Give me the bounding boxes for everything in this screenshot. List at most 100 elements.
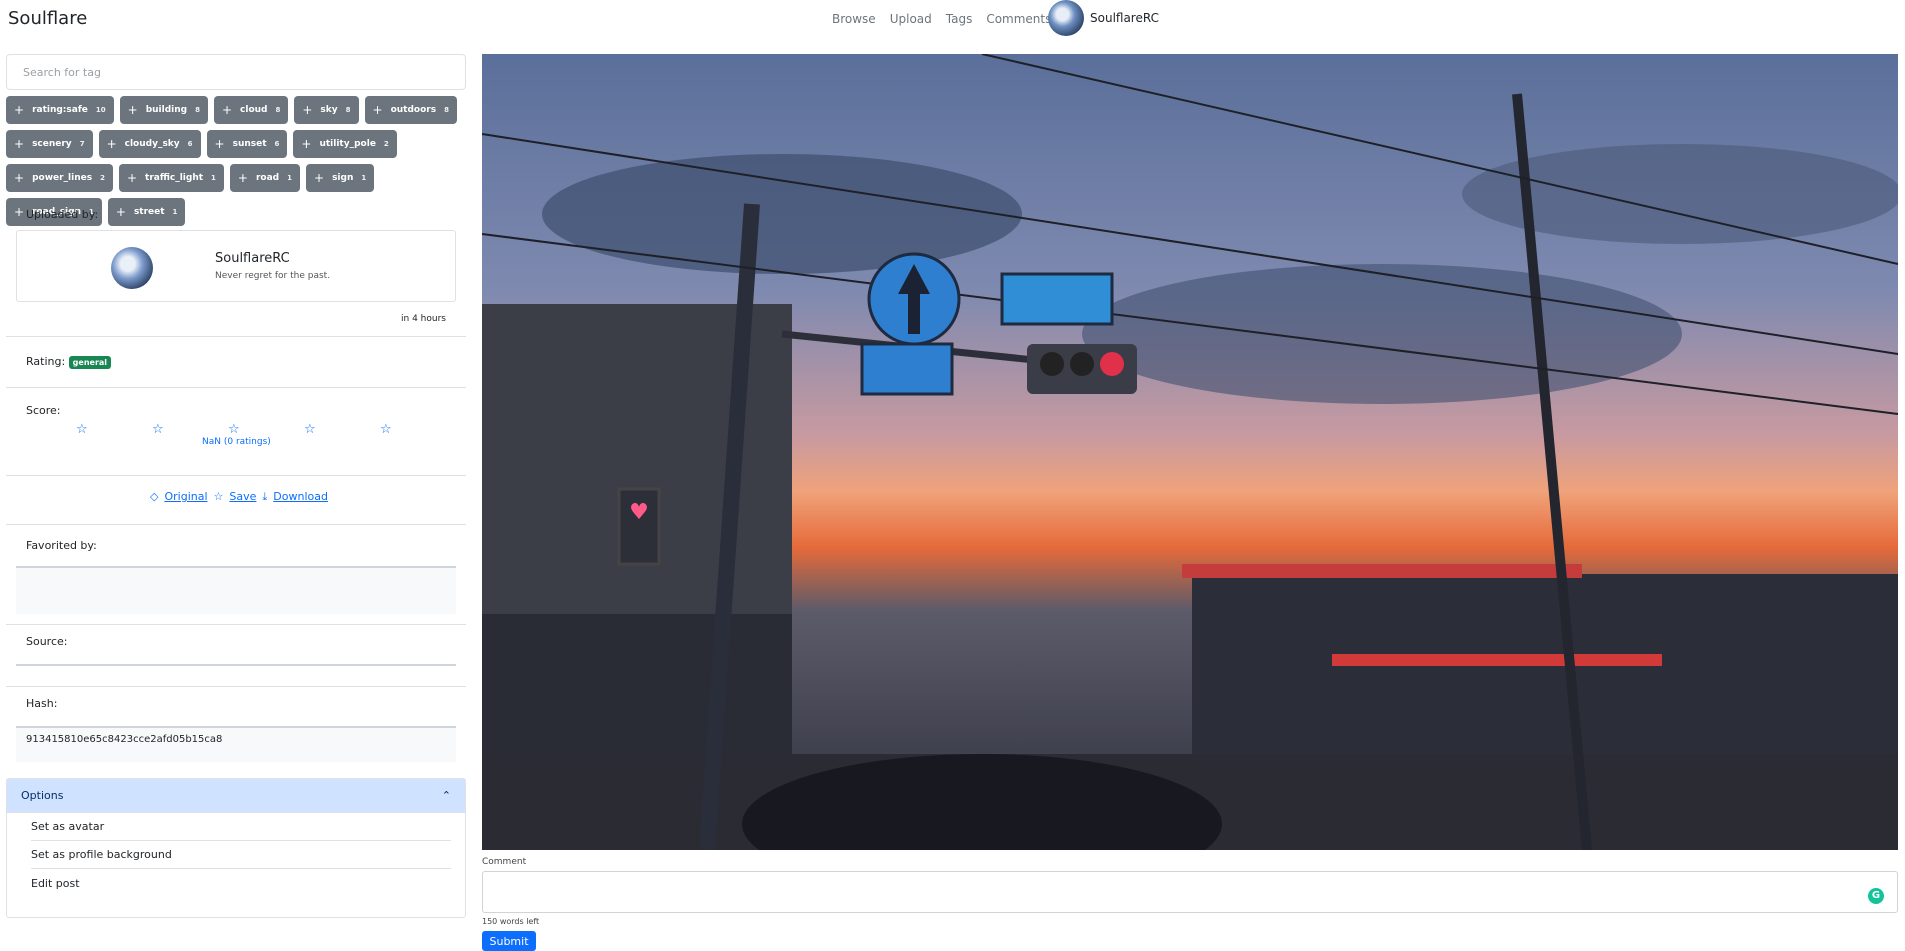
score-text: NaN (0 ratings) (202, 437, 271, 447)
tag-name: sunset (232, 139, 267, 149)
uploader-avatar (111, 247, 153, 289)
star-3-icon[interactable]: ☆ (228, 422, 240, 437)
source-field[interactable] (16, 664, 456, 668)
star-1-icon[interactable]: ☆ (76, 422, 88, 437)
diamond-icon: ◇ (150, 490, 159, 503)
tag-chip[interactable]: + rating:safe 10 (6, 96, 114, 124)
uploader-bio: Never regret for the past. (215, 271, 331, 281)
download-icon: ⤓ (262, 490, 268, 503)
tag-chip[interactable]: + sunset 6 (206, 130, 288, 158)
tag-name: cloud (240, 105, 268, 115)
tag-chip[interactable]: + building 8 (119, 96, 208, 124)
tag-name: outdoors (390, 105, 437, 115)
tag-chip[interactable]: + utility_pole 2 (293, 130, 397, 158)
options-panel: Options ⌃ Set as avatar Set as profile b… (6, 778, 466, 918)
tag-chip[interactable]: + cloudy_sky 6 (98, 130, 201, 158)
tag-chip[interactable]: + sky 8 (294, 96, 359, 124)
original-link[interactable]: Original (164, 490, 207, 504)
tag-count: 8 (345, 106, 351, 114)
post-actions: ◇ Original ☆ Save ⤓ Download (150, 490, 328, 504)
tag-count: 1 (211, 174, 216, 182)
sidebar: + rating:safe 10 + building 8 + cloud 8 + sky 8 + out… (6, 54, 466, 934)
tag-chip[interactable]: + traffic_light 1 (118, 164, 224, 192)
tag-name: traffic_light (145, 173, 204, 183)
comment-input[interactable] (482, 871, 1898, 913)
words-left: 150 words left (482, 917, 540, 926)
plus-icon: + (127, 103, 138, 117)
tag-chip[interactable]: + scenery 7 (6, 130, 93, 158)
divider (6, 624, 466, 625)
plus-icon: + (14, 205, 25, 219)
tag-name: sign (332, 173, 354, 183)
rating-label: Rating: (26, 355, 66, 368)
tag-chip[interactable]: + sign 1 (306, 164, 375, 192)
divider (6, 387, 466, 388)
tag-chip[interactable]: + road 1 (229, 164, 300, 192)
set-profile-bg-option[interactable]: Set as profile background (31, 841, 451, 869)
divider (6, 524, 466, 525)
hash-label: Hash: (26, 697, 58, 710)
submit-button[interactable]: Submit (482, 931, 536, 951)
favorited-box (16, 566, 456, 614)
tag-chip[interactable]: + street 1 (107, 198, 186, 226)
rating-section: Rating: general (6, 336, 466, 388)
plus-icon: + (115, 205, 126, 219)
divider (6, 475, 466, 476)
top-navbar: Soulflare Browse Upload Tags Comments So… (0, 0, 1905, 40)
plus-icon: + (14, 137, 25, 151)
plus-icon: + (14, 103, 25, 117)
street-scene-illustration: ♥ (482, 54, 1898, 850)
tag-count: 10 (95, 106, 106, 114)
grammarly-icon[interactable]: G (1868, 888, 1884, 904)
uploaded-by-label: Uploaded by: (26, 208, 99, 221)
tag-name: rating:safe (32, 105, 88, 115)
nav-comments[interactable]: Comments (986, 12, 1051, 26)
tag-count: 1 (361, 174, 367, 182)
post-image[interactable]: ♥ (482, 54, 1898, 850)
set-as-avatar-option[interactable]: Set as avatar (31, 813, 451, 841)
plus-icon: + (106, 137, 117, 151)
download-link[interactable]: Download (273, 490, 328, 504)
star-2-icon[interactable]: ☆ (152, 422, 164, 437)
tag-search-input[interactable] (6, 54, 466, 90)
svg-text:♥: ♥ (629, 500, 649, 525)
rating-badge: general (68, 355, 112, 369)
tag-count: 1 (287, 174, 292, 182)
tag-name: street (133, 207, 165, 217)
plus-icon: + (372, 103, 383, 117)
tag-count: 1 (172, 208, 178, 216)
nav-tags[interactable]: Tags (946, 12, 973, 26)
star-4-icon[interactable]: ☆ (304, 422, 316, 437)
comment-label: Comment (482, 857, 527, 867)
nav-browse[interactable]: Browse (832, 12, 876, 26)
tag-count: 6 (187, 140, 193, 148)
uploader-card[interactable]: SoulflareRC Never regret for the past. (16, 230, 456, 302)
avatar (1048, 0, 1084, 36)
tag-count: 2 (383, 140, 389, 148)
tag-chip[interactable]: + power_lines 2 (6, 164, 113, 192)
star-icon: ☆ (213, 490, 224, 503)
edit-post-option[interactable]: Edit post (31, 869, 451, 897)
plus-icon: + (14, 171, 25, 185)
brand-logo[interactable]: Soulflare (8, 8, 87, 29)
main-nav: Browse Upload Tags Comments (832, 12, 1051, 26)
plus-icon: + (302, 103, 313, 117)
divider (6, 686, 466, 687)
tag-name: building (145, 105, 188, 115)
user-menu[interactable]: SoulflareRC (1048, 0, 1159, 36)
star-5-icon[interactable]: ☆ (380, 422, 392, 437)
plus-icon: + (301, 137, 312, 151)
uploader-name: SoulflareRC (215, 251, 290, 266)
user-name: SoulflareRC (1090, 11, 1159, 25)
tag-name: power_lines (32, 173, 93, 183)
source-label: Source: (26, 635, 68, 648)
save-link[interactable]: Save (229, 490, 256, 504)
plus-icon: + (221, 103, 233, 117)
favorited-label: Favorited by: (26, 539, 97, 552)
tag-chip[interactable]: + outdoors 8 (364, 96, 457, 124)
options-toggle[interactable]: Options ⌃ (7, 779, 465, 813)
nav-upload[interactable]: Upload (890, 12, 932, 26)
plus-icon: + (237, 171, 248, 185)
tag-chip[interactable]: + cloud 8 (213, 96, 289, 124)
plus-icon: + (214, 137, 225, 151)
